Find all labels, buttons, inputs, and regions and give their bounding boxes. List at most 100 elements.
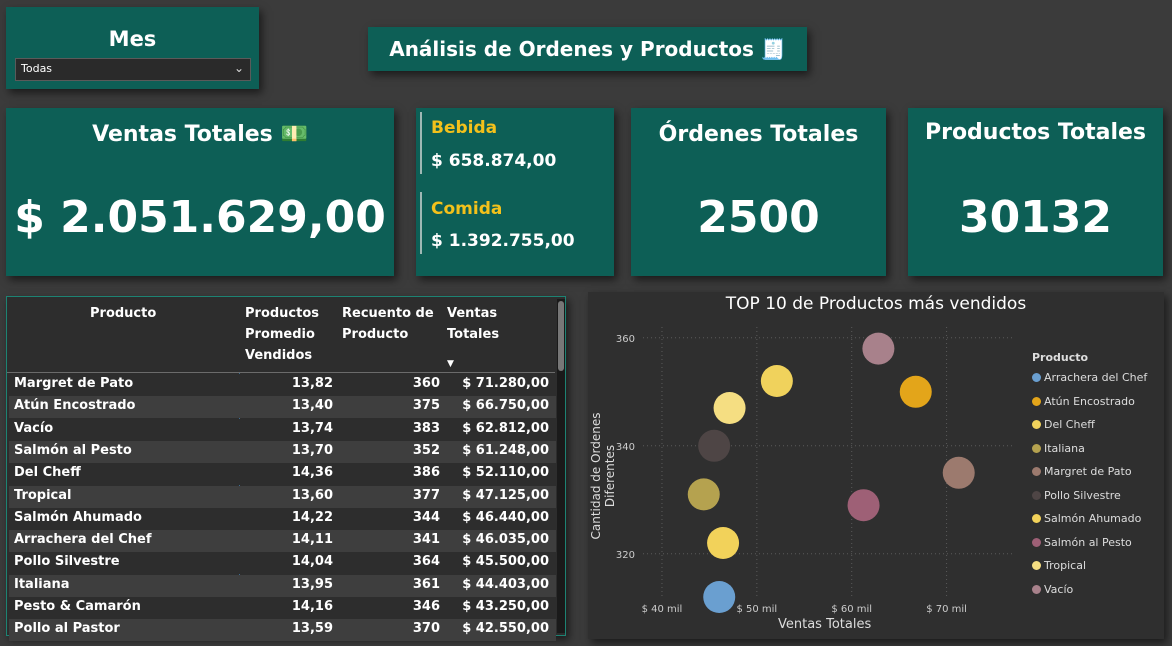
legend-label: Tropical [1044,559,1086,572]
cell-recuento: 346 [412,599,440,614]
legend-label: Atún Encostrado [1044,394,1135,408]
data-point[interactable] [698,429,731,462]
table-row[interactable]: Salmón al Pesto 13,70 352 $ 61.248,00 [9,440,556,463]
table-scrollbar[interactable] [557,299,565,633]
kpi-productos-value: 30132 [958,192,1113,243]
legend-item[interactable]: Pollo Silvestre [1032,489,1121,502]
data-point[interactable] [862,332,895,365]
comida-label: Comida [431,199,503,219]
legend-item[interactable]: Del Cheff [1032,418,1095,431]
products-table[interactable]: Producto Productos Promedio Vendidos Rec… [6,296,566,642]
sort-desc-icon[interactable]: ▼ [447,359,454,369]
cell-producto: Pollo Silvestre [14,554,120,570]
table-row[interactable]: Tropical 13,60 377 $ 47.125,00 [9,485,556,508]
cell-ventas: $ 62.812,00 [462,420,549,436]
cell-ventas: $ 61.248,00 [462,442,549,458]
cell-producto: Pollo al Pastor [14,621,120,637]
cell-promedio: 13,59 [291,621,333,637]
month-select[interactable]: Todas ⌄ [15,58,251,81]
cell-ventas: $ 46.035,00 [462,532,549,548]
legend-title: Producto [1032,351,1089,364]
cell-promedio: 13,60 [291,487,333,503]
x-axis-title: Ventas Totales [778,617,872,632]
cell-producto: Margret de Pato [14,376,134,391]
cell-producto: Salmón al Pesto [14,442,132,458]
cell-promedio: 14,36 [291,465,333,481]
cell-recuento: 352 [412,442,440,458]
legend-item[interactable]: Salmón Ahumado [1032,512,1141,525]
data-point[interactable] [760,365,793,397]
kpi-productos-totales[interactable]: Productos Totales 30132 [908,108,1163,276]
legend-dot [1032,420,1041,429]
cell-recuento: 386 [412,465,440,481]
col-header-producto[interactable]: Producto [90,297,156,324]
table-row[interactable]: Margret de Pato 13,82 360 $ 71.280,00 [9,374,556,396]
cell-producto: Pesto & Camarón [14,599,141,614]
dashboard-title-card: Análisis de Ordenes y Productos 🧾 [368,27,807,71]
legend-label: Vacío [1044,582,1074,596]
legend-label: Pollo Silvestre [1044,488,1121,502]
cell-recuento: 360 [412,376,440,391]
kpi-ordenes-totales[interactable]: Órdenes Totales 2500 [631,108,886,276]
cell-producto: Italiana [14,576,70,592]
col-header-ventas[interactable]: Ventas Totales [447,297,517,345]
table-row[interactable]: Salmón Ahumado 14,22 344 $ 46.440,00 [9,507,556,530]
legend-dot [1032,467,1041,476]
month-select-value: Todas [21,62,53,75]
cell-producto: Vacío [14,420,54,436]
cell-ventas: $ 45.500,00 [462,554,549,570]
comida-divider [420,192,422,254]
data-point[interactable] [707,527,740,559]
legend-item[interactable]: Salmón al Pesto [1032,536,1132,549]
data-point[interactable] [899,375,932,408]
table-row[interactable]: Vacío 13,74 383 $ 62.812,00 [9,418,556,441]
data-point[interactable] [703,581,736,613]
legend-item[interactable]: Vacío [1032,583,1073,596]
legend-item[interactable]: Atún Encostrado [1032,395,1135,408]
data-point[interactable] [847,489,880,522]
scrollbar-thumb[interactable] [558,301,564,371]
cell-ventas: $ 44.403,00 [462,576,549,592]
legend-dot [1032,514,1041,523]
table-row[interactable]: Del Cheff 14,36 386 $ 52.110,00 [9,463,556,486]
table-row[interactable]: Atún Encostrado 13,40 375 $ 66.750,00 [9,396,556,419]
data-point[interactable] [687,478,720,511]
legend-label: Salmón al Pesto [1044,535,1132,549]
data-point[interactable] [713,392,746,424]
kpi-ventas-totales[interactable]: Ventas Totales 💵 $ 2.051.629,00 [6,108,394,276]
table-row[interactable]: Arrachera del Chef 14,11 341 $ 46.035,00 [9,530,556,553]
legend-dot [1032,373,1041,382]
legend-item[interactable]: Margret de Pato [1032,465,1132,478]
legend-label: Salmón Ahumado [1044,512,1142,525]
legend-label: Italiana [1044,441,1085,455]
legend-item[interactable]: Tropical [1032,559,1086,572]
table-row[interactable]: Pollo Silvestre 14,04 364 $ 45.500,00 [9,552,556,575]
cell-ventas: $ 52.110,00 [462,465,549,481]
cell-recuento: 375 [412,398,440,414]
top10-scatter-chart[interactable]: TOP 10 de Productos más vendidos 320 340 3… [588,292,1164,639]
cell-producto: Tropical [14,487,72,503]
bebida-label: Bebida [431,118,498,138]
header-divider [7,372,555,373]
col-header-promedio[interactable]: Productos Promedio Vendidos [245,297,335,366]
legend-item[interactable]: Arrachera del Chef [1032,371,1147,384]
cell-recuento: 364 [412,554,440,570]
cell-ventas: $ 46.440,00 [462,509,549,525]
cell-promedio: 13,82 [291,376,333,391]
cell-promedio: 14,22 [291,509,333,525]
col-header-recuento[interactable]: Recuento de Producto [342,297,442,345]
kpi-categorias[interactable]: Bebida $ 658.874,00 Comida $ 1.392.755,0… [416,108,614,276]
legend-item[interactable]: Italiana [1032,442,1085,455]
y-tick-label: 360 [616,334,635,345]
cell-promedio: 13,74 [291,420,333,436]
table-row[interactable]: Pollo al Pastor 13,59 370 $ 42.550,00 [9,619,556,642]
cell-promedio: 14,16 [291,599,333,614]
data-point[interactable] [942,456,975,489]
legend-dot [1032,561,1041,570]
y-tick-label: 320 [616,550,635,561]
table-row[interactable]: Pesto & Camarón 14,16 346 $ 43.250,00 [9,597,556,619]
table-row[interactable]: Italiana 13,95 361 $ 44.403,00 [9,574,556,597]
cell-promedio: 14,11 [291,532,333,548]
y-tick-label: 340 [616,442,635,453]
cell-recuento: 361 [412,576,440,592]
